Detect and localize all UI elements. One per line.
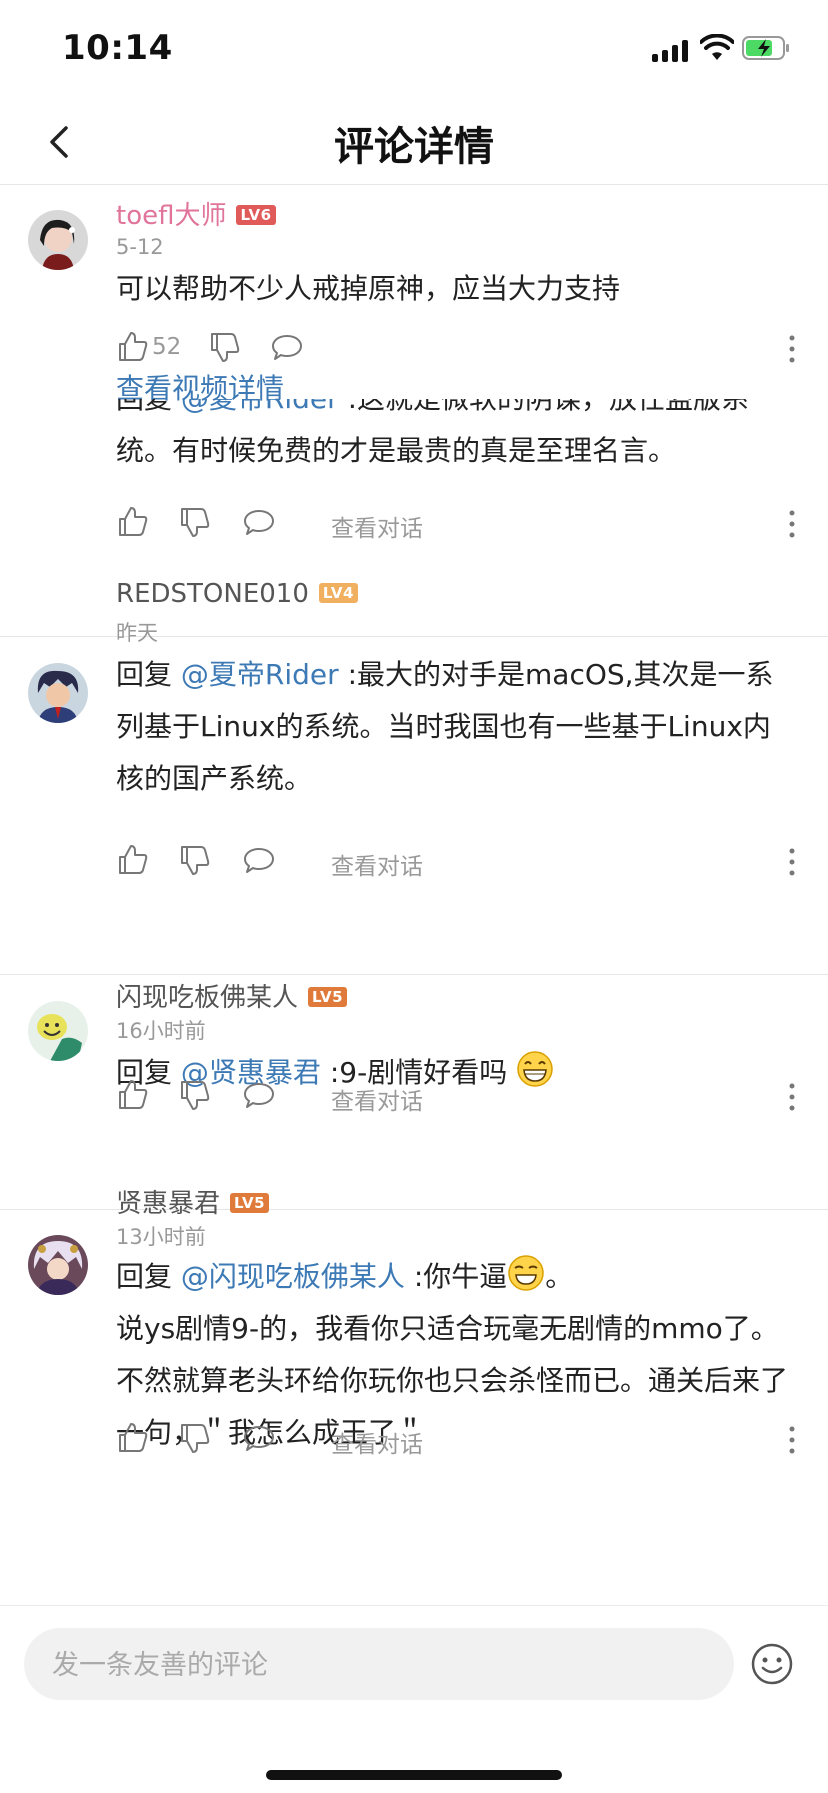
- comment-text: 可以帮助不少人戒掉原神，应当大力支持: [116, 272, 621, 305]
- battery-charging-icon: [742, 36, 789, 60]
- mention-link[interactable]: @闪现吃板佛某人: [181, 1260, 405, 1293]
- avatar[interactable]: [28, 1235, 88, 1295]
- avatar[interactable]: [28, 210, 88, 270]
- emoji-icon[interactable]: [750, 1642, 794, 1686]
- comment-input-bar: [0, 1605, 828, 1793]
- avatar[interactable]: [28, 1001, 88, 1061]
- comment-icon[interactable]: [242, 1421, 276, 1455]
- level-badge: LV5: [308, 987, 348, 1007]
- avatar[interactable]: [28, 663, 88, 723]
- page-title: 评论详情: [334, 124, 494, 170]
- reply-actions: 查看对话: [116, 1078, 816, 1118]
- view-conversation-link[interactable]: 查看对话: [331, 1082, 423, 1116]
- comment-actions: 52: [116, 330, 816, 370]
- comment-icon[interactable]: [242, 843, 276, 877]
- thumbs-down-icon[interactable]: [208, 330, 242, 364]
- comment-icon[interactable]: [242, 1078, 276, 1112]
- username-text[interactable]: 贤惠暴君: [116, 1189, 220, 1219]
- thumbs-up-icon[interactable]: [116, 1421, 150, 1455]
- smug-emoji-icon: [508, 1255, 545, 1291]
- thumbs-down-icon[interactable]: [178, 1421, 212, 1455]
- comment-list[interactable]: toefl大师 LV6 5-12 可以帮助不少人戒掉原神，应当大力支持 52 查看…: [0, 185, 828, 1605]
- view-conversation-link[interactable]: 查看对话: [331, 509, 423, 543]
- divider: [0, 974, 828, 975]
- status-time: 10:14: [62, 28, 173, 68]
- reply-actions: 查看对话: [116, 505, 816, 545]
- comment-date: 昨天: [116, 621, 158, 645]
- thumbs-up-icon[interactable]: [116, 1078, 150, 1112]
- username-text[interactable]: toefl大师: [116, 201, 226, 231]
- status-bar: 10:14: [0, 0, 828, 100]
- thumbs-up-icon[interactable]: [116, 330, 150, 364]
- mention-link[interactable]: @夏帝Rider: [181, 658, 339, 691]
- username[interactable]: REDSTONE010 LV4: [116, 579, 358, 609]
- comment-icon[interactable]: [270, 330, 304, 364]
- home-indicator: [266, 1770, 562, 1780]
- thumbs-down-icon[interactable]: [178, 505, 212, 539]
- comment-input[interactable]: [50, 1628, 714, 1702]
- level-badge: LV6: [236, 205, 276, 225]
- username[interactable]: 闪现吃板佛某人 LV5: [116, 977, 348, 1014]
- wifi-icon: [700, 34, 734, 60]
- reply-text: 回复 @夏帝Rider :这就是微软的阴谋，放任盗版系统。有时候免费的才是最贵的…: [116, 399, 796, 493]
- thumbs-down-icon[interactable]: [178, 1078, 212, 1112]
- more-icon[interactable]: [788, 1082, 796, 1112]
- level-badge: LV5: [230, 1193, 270, 1213]
- view-conversation-link[interactable]: 查看对话: [331, 847, 423, 881]
- username[interactable]: toefl大师 LV6: [116, 195, 276, 232]
- thumbs-up-icon[interactable]: [116, 843, 150, 877]
- comment-input-container[interactable]: [24, 1628, 734, 1702]
- reply-text: 回复 @夏帝Rider :最大的对手是macOS,其次是一系列基于Linux的系…: [116, 658, 774, 795]
- comment-date: 16小时前: [116, 1019, 206, 1043]
- reply-actions: 查看对话: [116, 843, 816, 883]
- like-count: 52: [152, 334, 182, 360]
- comment-date: 5-12: [116, 235, 164, 259]
- comment-date: 13小时前: [116, 1225, 206, 1249]
- more-icon[interactable]: [788, 847, 796, 877]
- mention-link[interactable]: @夏帝Rider: [181, 399, 339, 415]
- nav-bar: 评论详情: [0, 100, 828, 185]
- username-text[interactable]: 闪现吃板佛某人: [116, 983, 298, 1013]
- more-icon[interactable]: [788, 334, 796, 364]
- thumbs-down-icon[interactable]: [178, 843, 212, 877]
- view-conversation-link[interactable]: 查看对话: [331, 1425, 423, 1459]
- more-icon[interactable]: [788, 509, 796, 539]
- username[interactable]: 贤惠暴君 LV5: [116, 1183, 270, 1220]
- reply-actions: 查看对话: [116, 1421, 816, 1461]
- more-icon[interactable]: [788, 1425, 796, 1455]
- level-badge: LV4: [318, 583, 358, 603]
- comment-icon[interactable]: [242, 505, 276, 539]
- username-text[interactable]: REDSTONE010: [116, 579, 309, 609]
- signal-icon: [652, 38, 688, 62]
- thumbs-up-icon[interactable]: [116, 505, 150, 539]
